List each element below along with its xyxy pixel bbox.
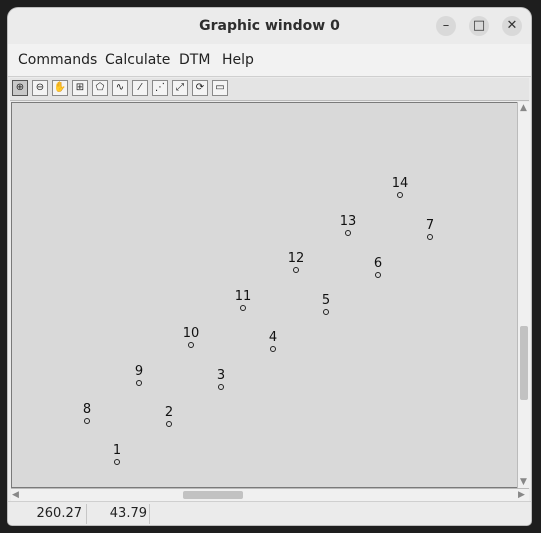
point-label: 14 bbox=[391, 176, 409, 191]
point-marker bbox=[240, 305, 246, 311]
point-label: 1 bbox=[112, 443, 122, 458]
status-bar: 260.27 43.79 bbox=[8, 501, 531, 525]
select-rect-icon[interactable]: ▭ bbox=[212, 80, 228, 96]
point-marker bbox=[114, 459, 120, 465]
point-marker bbox=[188, 342, 194, 348]
minimize-button[interactable]: – bbox=[436, 16, 456, 36]
point-label: 7 bbox=[425, 218, 435, 233]
scroll-up-icon[interactable]: ▲ bbox=[520, 103, 527, 113]
contour-icon[interactable]: ∿ bbox=[112, 80, 128, 96]
pan-hand-icon[interactable]: ✋ bbox=[52, 80, 68, 96]
point-marker bbox=[293, 267, 299, 273]
drawing-canvas[interactable]: 1 2 3 4 5 6 7 8 9 10 11 12 13 14 bbox=[11, 102, 518, 488]
point-label: 4 bbox=[268, 330, 278, 345]
point-marker bbox=[345, 230, 351, 236]
point-label: 8 bbox=[82, 402, 92, 417]
scroll-down-icon[interactable]: ▼ bbox=[520, 477, 527, 487]
fit-extents-icon[interactable]: ⤢ bbox=[172, 80, 188, 96]
point-marker bbox=[397, 192, 403, 198]
toolbar: ⊕ ⊖ ✋ ⊞ ⬠ ∿ ⁄ ⋰ ⤢ ⟳ ▭ bbox=[10, 78, 529, 101]
zoom-in-icon[interactable]: ⊕ bbox=[12, 80, 28, 96]
point-label: 11 bbox=[234, 289, 252, 304]
point-marker bbox=[166, 421, 172, 427]
point-label: 2 bbox=[164, 405, 174, 420]
menu-commands[interactable]: Commands bbox=[18, 44, 97, 76]
menu-calculate[interactable]: Calculate bbox=[105, 44, 170, 76]
point-label: 13 bbox=[339, 214, 357, 229]
point-marker bbox=[375, 272, 381, 278]
graphic-window: Graphic window 0 – □ ✕ Commands Calculat… bbox=[8, 8, 531, 525]
zoom-out-icon[interactable]: ⊖ bbox=[32, 80, 48, 96]
maximize-button[interactable]: □ bbox=[469, 16, 489, 36]
point-label: 10 bbox=[182, 326, 200, 341]
point-marker bbox=[218, 384, 224, 390]
refresh-icon[interactable]: ⟳ bbox=[192, 80, 208, 96]
point-label: 3 bbox=[216, 368, 226, 383]
scroll-left-icon[interactable]: ◀ bbox=[12, 490, 19, 500]
draw-line-icon[interactable]: ⁄ bbox=[132, 80, 148, 96]
close-button[interactable]: ✕ bbox=[502, 16, 522, 36]
point-marker bbox=[427, 234, 433, 240]
point-label: 6 bbox=[373, 256, 383, 271]
title-bar[interactable]: Graphic window 0 – □ ✕ bbox=[8, 8, 531, 44]
cursor-y-readout: 43.79 bbox=[87, 504, 150, 524]
point-label: 5 bbox=[321, 293, 331, 308]
point-marker bbox=[84, 418, 90, 424]
vertical-scroll-thumb[interactable] bbox=[520, 326, 528, 400]
polygon-icon[interactable]: ⬠ bbox=[92, 80, 108, 96]
cursor-x-readout: 260.27 bbox=[12, 504, 87, 524]
select-point-icon[interactable]: ⋰ bbox=[152, 80, 168, 96]
menu-bar: Commands Calculate DTM Help bbox=[8, 44, 531, 77]
vertical-scrollbar[interactable]: ▲ ▼ bbox=[517, 102, 530, 488]
horizontal-scroll-thumb[interactable] bbox=[183, 491, 243, 499]
scroll-right-icon[interactable]: ▶ bbox=[518, 490, 525, 500]
point-marker bbox=[270, 346, 276, 352]
measure-icon[interactable]: ⊞ bbox=[72, 80, 88, 96]
point-marker bbox=[136, 380, 142, 386]
point-label: 12 bbox=[287, 251, 305, 266]
menu-help[interactable]: Help bbox=[222, 44, 254, 76]
horizontal-scrollbar[interactable]: ◀ ▶ bbox=[11, 488, 529, 501]
point-marker bbox=[323, 309, 329, 315]
point-label: 9 bbox=[134, 364, 144, 379]
menu-dtm[interactable]: DTM bbox=[179, 44, 210, 76]
